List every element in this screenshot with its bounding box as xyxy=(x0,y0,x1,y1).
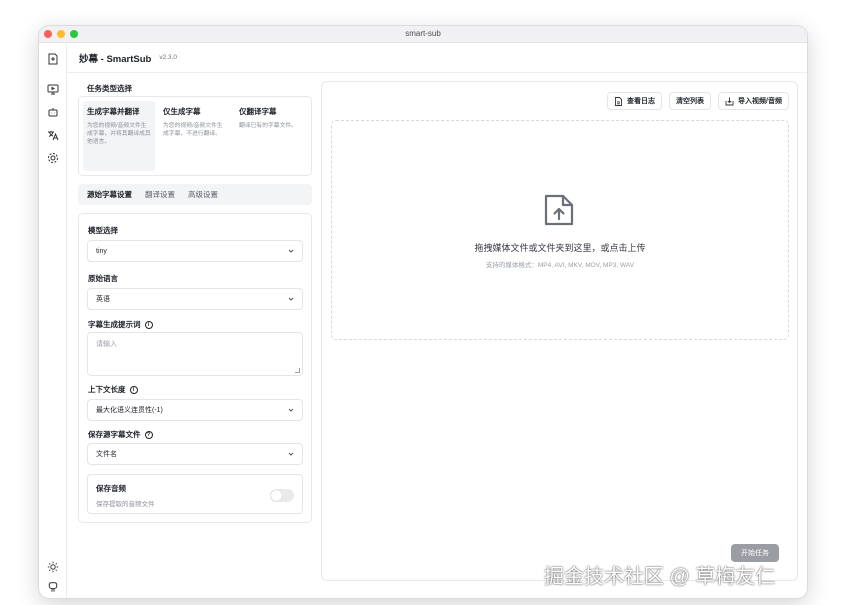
save-subtitle-label: 保存源字幕文件 ? xyxy=(88,429,153,440)
model-select-value: tiny xyxy=(96,247,107,255)
resize-handle-icon[interactable] xyxy=(295,368,300,373)
bot-icon[interactable] xyxy=(47,106,59,118)
settings-tabs: 源始字幕设置 翻译设置 高级设置 xyxy=(78,184,312,205)
task-type-title: 任务类型选择 xyxy=(87,84,132,93)
import-media-label: 导入视频/音频 xyxy=(738,98,782,105)
prompt-placeholder: 请输入 xyxy=(96,341,117,348)
file-dropzone[interactable]: 拖拽媒体文件或文件夹到这里，或点击上传 支持的媒体格式：MP4, AVI, MK… xyxy=(331,120,789,340)
clear-list-label: 清空列表 xyxy=(676,98,705,105)
title-bar: smart-sub xyxy=(39,26,807,43)
import-icon xyxy=(725,97,734,105)
task-option-desc: 为您的视频/音频文件生成字幕，不进行翻译。 xyxy=(163,123,223,137)
task-option-title: 生成字幕并翻译 xyxy=(87,107,140,116)
toggle-knob xyxy=(271,490,282,501)
task-option-translate-only[interactable]: 仅翻译字幕 翻译已有的字幕文件。 xyxy=(235,101,307,171)
task-option-title: 仅生成字幕 xyxy=(163,107,201,116)
task-option-title: 仅翻译字幕 xyxy=(239,107,277,116)
model-label-text: 模型选择 xyxy=(88,226,118,235)
model-label: 模型选择 xyxy=(88,225,118,236)
tab-source-subtitle[interactable]: 源始字幕设置 xyxy=(87,189,132,200)
task-toolbar: 查看日志 清空列表 导入视频/音频 xyxy=(607,92,789,110)
app-name: 妙幕 - SmartSub xyxy=(79,53,152,65)
chevron-down-icon xyxy=(288,408,294,412)
context-label: 上下文长度 i xyxy=(88,384,138,395)
view-log-label: 查看日志 xyxy=(627,98,656,105)
language-select-value: 英语 xyxy=(96,296,110,303)
prompt-input[interactable]: 请输入 xyxy=(87,332,303,376)
task-panel: 查看日志 清空列表 导入视频/音频 拖拽媒体文件或文件夹到这里，或点击上传 支持… xyxy=(321,81,798,581)
tab-advanced[interactable]: 高级设置 xyxy=(188,189,218,200)
app-header: 妙幕 - SmartSub v2.3.0 xyxy=(67,43,807,73)
clear-list-button[interactable]: 清空列表 xyxy=(669,92,712,110)
save-subtitle-label-text: 保存源字幕文件 xyxy=(88,430,141,439)
source-settings-form: 模型选择 tiny 原始语言 英语 字幕生成提示词 i 请输入 上下文长度 i xyxy=(78,213,312,523)
context-select[interactable]: 最大化语义连贯性(-1) xyxy=(87,399,303,421)
context-select-value: 最大化语义连贯性(-1) xyxy=(96,407,163,414)
view-log-button[interactable]: 查看日志 xyxy=(607,92,663,110)
info-icon[interactable]: i xyxy=(129,385,138,394)
language-label-text: 原始语言 xyxy=(88,274,118,283)
task-option-desc: 翻译已有的字幕文件。 xyxy=(239,123,297,129)
import-media-button[interactable]: 导入视频/音频 xyxy=(718,92,789,110)
task-option-desc: 为您的视频/音频文件生成字幕，并将其翻译成其他语言。 xyxy=(87,123,151,145)
prompt-label: 字幕生成提示词 i xyxy=(88,319,153,330)
task-option-generate-only[interactable]: 仅生成字幕 为您的视频/音频文件生成字幕，不进行翻译。 xyxy=(159,101,231,171)
chevron-down-icon xyxy=(288,249,294,253)
task-type-selector: 生成字幕并翻译 为您的视频/音频文件生成字幕，并将其翻译成其他语言。 仅生成字幕… xyxy=(78,96,312,176)
save-audio-toggle[interactable] xyxy=(270,489,294,502)
tab-translation[interactable]: 翻译设置 xyxy=(145,189,175,200)
save-audio-row: 保存音频 保存提取的音频文件 xyxy=(87,474,303,514)
task-option-generate-translate[interactable]: 生成字幕并翻译 为您的视频/音频文件生成字幕，并将其翻译成其他语言。 xyxy=(83,101,155,171)
save-subtitle-select-value: 文件名 xyxy=(96,451,117,458)
theme-sun-icon[interactable] xyxy=(47,561,59,573)
prompt-label-text: 字幕生成提示词 xyxy=(88,320,141,329)
save-audio-desc: 保存提取的音频文件 xyxy=(96,501,155,508)
help-icon[interactable]: ? xyxy=(144,430,153,439)
chevron-down-icon xyxy=(288,452,294,456)
watermark: 掘金技术社区 @ 草梅友仁 xyxy=(544,566,776,588)
save-audio-title: 保存音频 xyxy=(96,484,126,493)
file-text-icon xyxy=(615,96,622,106)
monitor-icon[interactable] xyxy=(47,83,59,95)
model-select[interactable]: tiny xyxy=(87,240,303,262)
document-icon[interactable] xyxy=(47,53,59,65)
settings-icon[interactable] xyxy=(47,152,59,164)
translate-icon[interactable] xyxy=(47,129,59,141)
dropzone-text: 拖拽媒体文件或文件夹到这里，或点击上传 xyxy=(474,243,646,253)
info-icon[interactable]: i xyxy=(144,320,153,329)
settings-column: 任务类型选择 生成字幕并翻译 为您的视频/音频文件生成字幕，并将其翻译成其他语言… xyxy=(78,80,312,598)
language-label: 原始语言 xyxy=(88,273,118,284)
dropzone-formats: 支持的媒体格式：MP4, AVI, MKV, MOV, MP3, WAV xyxy=(485,262,635,269)
nav-rail xyxy=(39,43,67,598)
github-icon[interactable] xyxy=(47,581,59,593)
app-window: smart-sub 妙幕 - SmartSub v2.3.0 任务类型选择 生成… xyxy=(39,26,807,598)
file-upload-icon xyxy=(544,194,574,226)
context-label-text: 上下文长度 xyxy=(88,385,126,394)
window-title: smart-sub xyxy=(405,29,441,38)
save-subtitle-select[interactable]: 文件名 xyxy=(87,443,303,465)
app-version: v2.3.0 xyxy=(159,54,178,61)
language-select[interactable]: 英语 xyxy=(87,288,303,310)
chevron-down-icon xyxy=(288,297,294,301)
